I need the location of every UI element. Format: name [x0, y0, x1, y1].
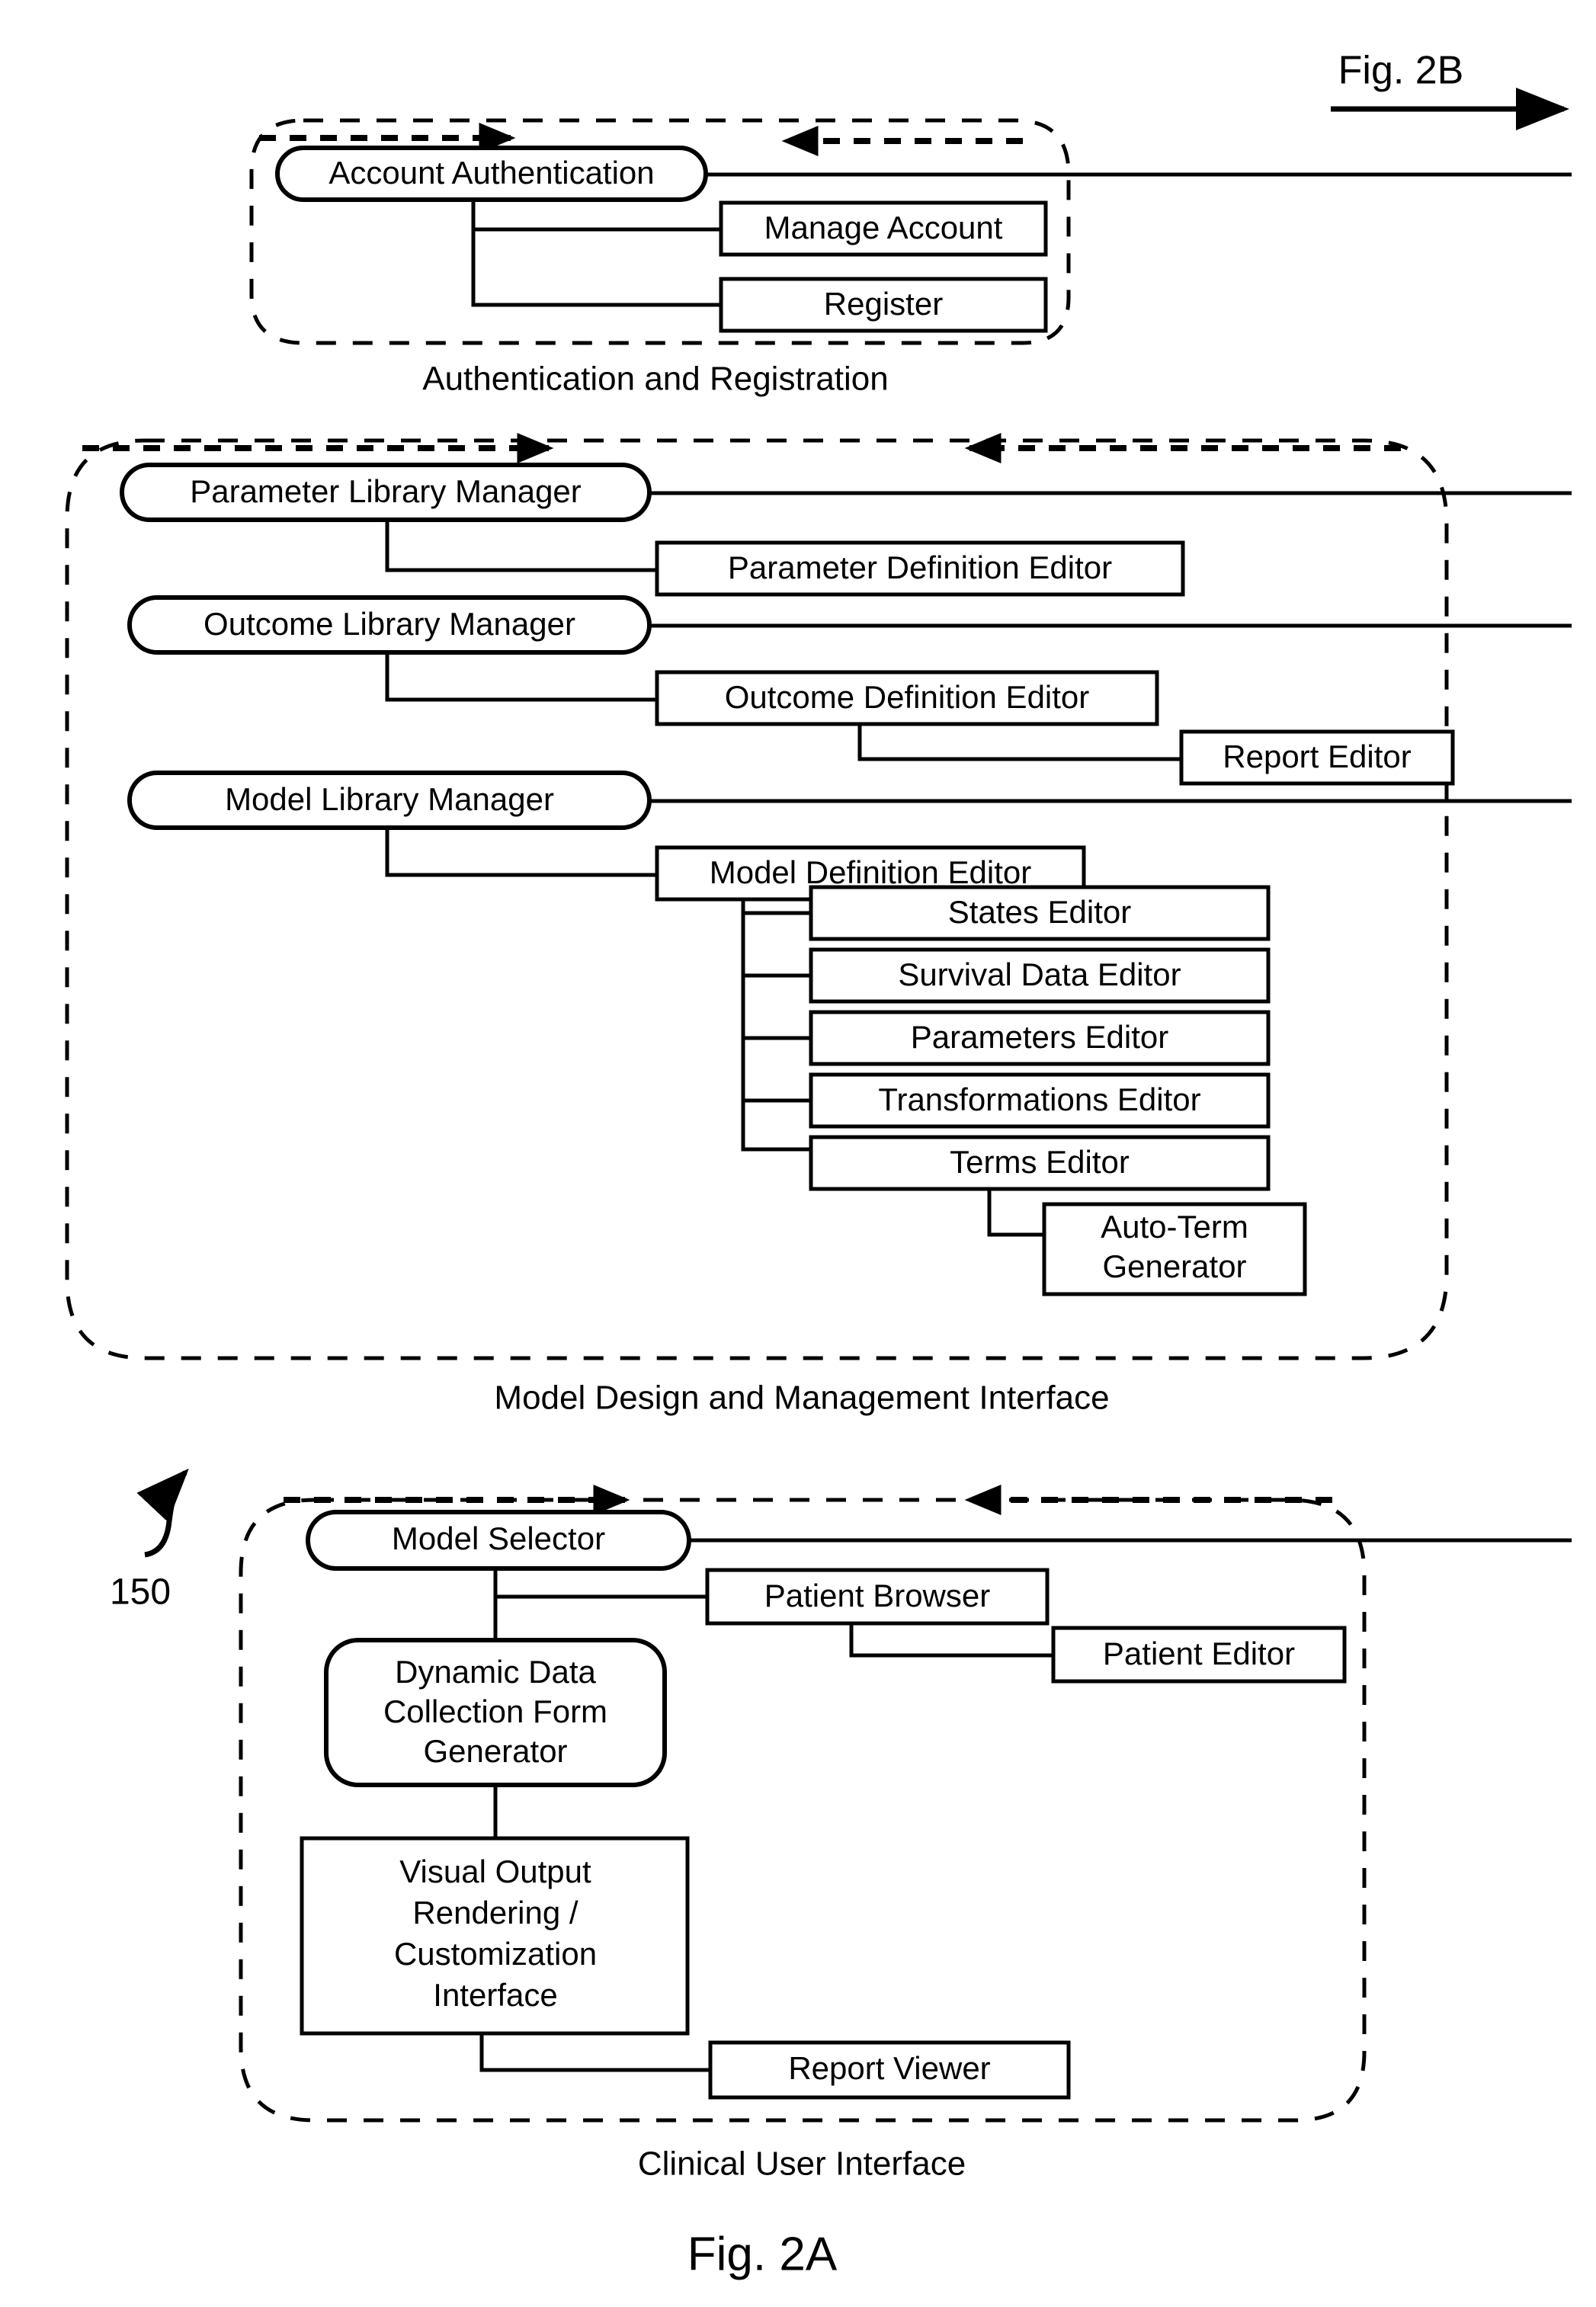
connector-model-editor-trunk — [741, 899, 811, 1152]
node-parameters-editor-label: Parameters Editor — [911, 1019, 1168, 1055]
connector-visual-output-to-report-viewer — [479, 2033, 710, 2072]
node-auto-term-generator-label-line1: Auto-Term — [1101, 1209, 1248, 1245]
node-parameter-definition-editor-label: Parameter Definition Editor — [728, 550, 1112, 585]
node-visual-output-label-line1: Visual Output — [399, 1854, 591, 1889]
group-label-clinical-ui: Clinical User Interface — [638, 2145, 966, 2183]
node-outcome-definition-editor-label: Outcome Definition Editor — [725, 679, 1090, 715]
node-report-viewer-label: Report Viewer — [788, 2050, 990, 2086]
node-visual-output-label-line2: Rendering / — [412, 1895, 578, 1931]
node-terms-editor-label: Terms Editor — [950, 1144, 1130, 1180]
node-form-generator-label-line1: Dynamic Data — [395, 1654, 596, 1690]
connector-outcome-to-definition-editor — [385, 652, 657, 702]
node-model-selector-label: Model Selector — [392, 1520, 605, 1556]
node-form-generator-label-line3: Generator — [423, 1733, 567, 1769]
fig-2b-label: Fig. 2B — [1338, 49, 1464, 93]
group-label-authentication: Authentication and Registration — [422, 360, 889, 398]
node-manage-account-label: Manage Account — [764, 210, 1003, 245]
connector-outcome-editor-to-report-editor — [857, 724, 1181, 761]
node-report-editor-label: Report Editor — [1223, 739, 1411, 774]
node-states-editor-label: States Editor — [948, 894, 1131, 930]
node-visual-output-label-line4: Interface — [433, 1977, 557, 2013]
node-register-label: Register — [824, 286, 943, 322]
connector-patient-browser-to-patient-editor — [849, 1623, 1053, 1658]
node-model-library-manager-label: Model Library Manager — [225, 781, 554, 817]
connector-authentication-register — [471, 200, 721, 307]
node-survival-data-editor-label: Survival Data Editor — [898, 956, 1181, 992]
reference-numeral-150: 150 — [110, 1572, 171, 1613]
node-patient-editor-label: Patient Editor — [1103, 1636, 1295, 1671]
node-patient-browser-label: Patient Browser — [764, 1578, 990, 1613]
figure-2a-block-diagram: Fig. 2B Account Authentication Manage Ac… — [65, 49, 1572, 2280]
node-form-generator-label-line2: Collection Form — [383, 1693, 607, 1729]
node-auto-term-generator-label-line2: Generator — [1102, 1248, 1246, 1284]
node-parameter-library-manager-label: Parameter Library Manager — [190, 473, 582, 509]
node-account-authentication-label: Account Authentication — [328, 155, 654, 191]
figure-main-label: Fig. 2A — [687, 2228, 838, 2280]
node-transformations-editor-label: Transformations Editor — [878, 1081, 1200, 1117]
reference-lead-line-150 — [136, 1468, 189, 1558]
connector-model-to-definition-editor — [385, 828, 657, 877]
group-label-model-design: Model Design and Management Interface — [494, 1379, 1109, 1417]
patent-figure-page: Fig. 2B Account Authentication Manage Ac… — [0, 0, 1596, 2307]
node-model-definition-editor-label: Model Definition Editor — [710, 854, 1032, 890]
node-visual-output-label-line3: Customization — [394, 1936, 597, 1972]
connector-terms-to-auto-term-generator — [987, 1189, 1044, 1237]
connector-parameter-to-definition-editor — [385, 520, 657, 572]
node-outcome-library-manager-label: Outcome Library Manager — [204, 606, 575, 642]
